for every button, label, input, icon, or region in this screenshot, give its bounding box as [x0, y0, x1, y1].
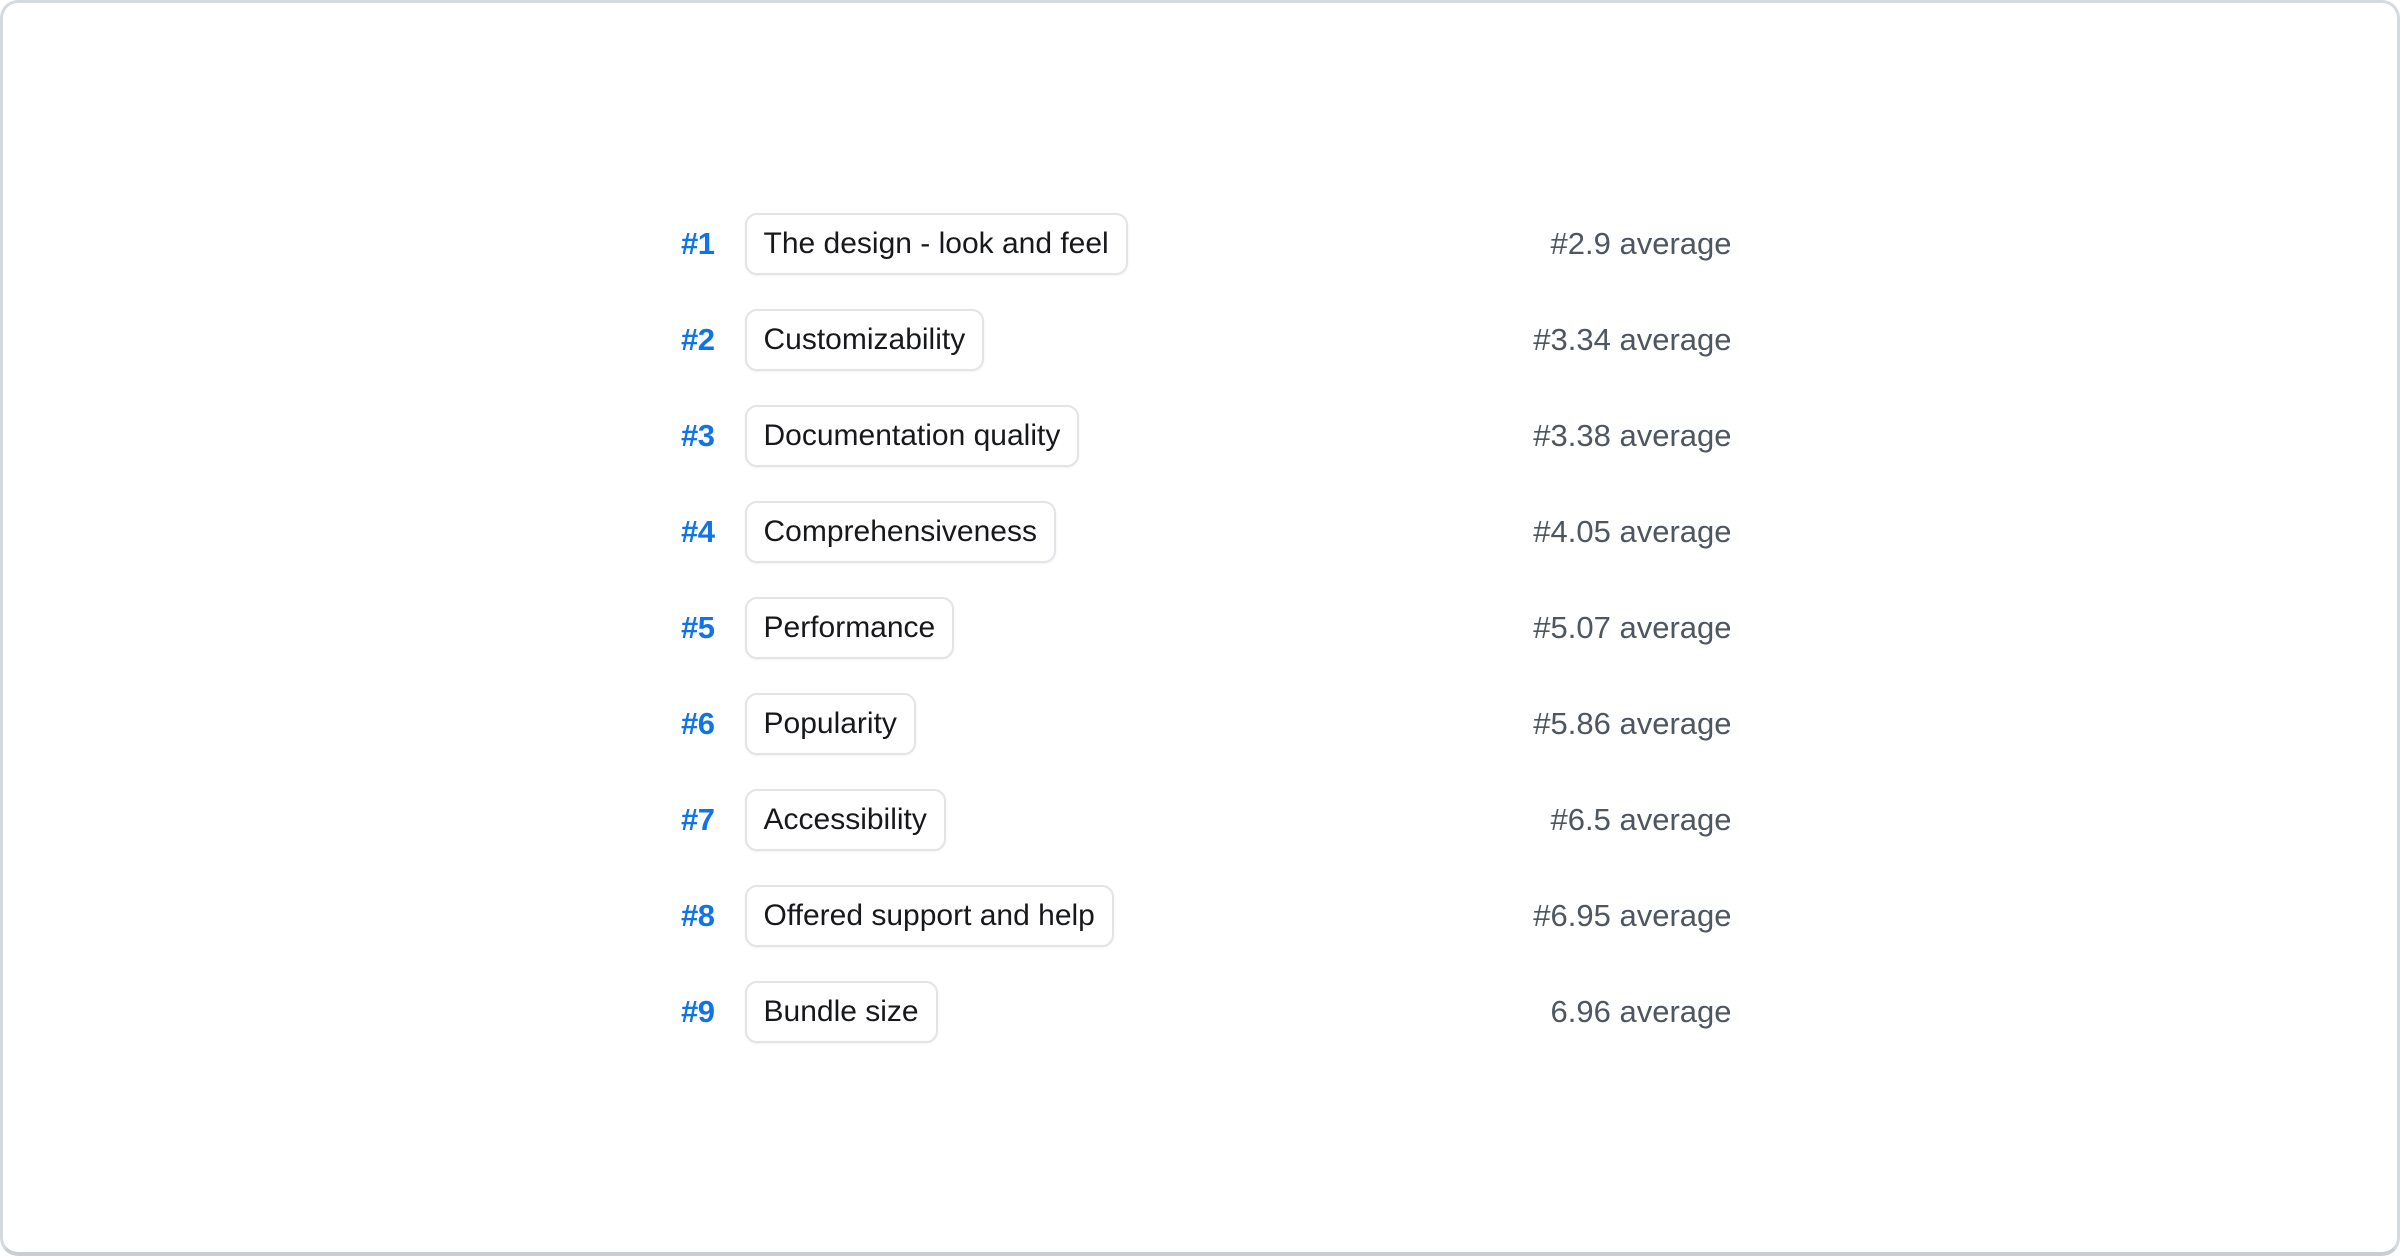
option-label: The design - look and feel: [764, 227, 1109, 261]
option-label-box: Customizability: [745, 309, 985, 371]
option-label: Comprehensiveness: [764, 515, 1037, 549]
ranking-row: #2 Customizability #3.34 average: [669, 309, 1732, 371]
option-label-box: The design - look and feel: [745, 213, 1128, 275]
rank-number: #9: [669, 994, 715, 1030]
rank-number: #7: [669, 802, 715, 838]
option-label-box: Accessibility: [745, 789, 946, 851]
rank-number: #3: [669, 418, 715, 454]
option-label: Customizability: [764, 323, 966, 357]
option-label-box: Bundle size: [745, 981, 938, 1043]
average-score: #6.95 average: [1533, 898, 1731, 934]
rank-number: #5: [669, 610, 715, 646]
ranking-row: #9 Bundle size 6.96 average: [669, 981, 1732, 1043]
option-label: Accessibility: [764, 803, 927, 837]
average-score: #5.86 average: [1533, 706, 1731, 742]
average-score: #5.07 average: [1533, 610, 1731, 646]
average-score: #3.34 average: [1533, 322, 1731, 358]
option-label-box: Comprehensiveness: [745, 501, 1056, 563]
average-score: #4.05 average: [1533, 514, 1731, 550]
ranking-results-card: #1 The design - look and feel #2.9 avera…: [0, 0, 2400, 1256]
rank-number: #2: [669, 322, 715, 358]
option-label-box: Popularity: [745, 693, 916, 755]
option-label-box: Performance: [745, 597, 955, 659]
ranking-row: #7 Accessibility #6.5 average: [669, 789, 1732, 851]
average-score: #6.5 average: [1551, 802, 1732, 838]
average-score: 6.96 average: [1551, 994, 1732, 1030]
ranking-row: #3 Documentation quality #3.38 average: [669, 405, 1732, 467]
ranking-list: #1 The design - look and feel #2.9 avera…: [669, 213, 1732, 1043]
average-score: #2.9 average: [1551, 226, 1732, 262]
rank-number: #8: [669, 898, 715, 934]
option-label: Performance: [764, 611, 936, 645]
rank-number: #6: [669, 706, 715, 742]
ranking-row: #8 Offered support and help #6.95 averag…: [669, 885, 1732, 947]
rank-number: #4: [669, 514, 715, 550]
option-label: Documentation quality: [764, 419, 1061, 453]
option-label: Popularity: [764, 707, 897, 741]
rank-number: #1: [669, 226, 715, 262]
option-label: Bundle size: [764, 995, 919, 1029]
option-label: Offered support and help: [764, 899, 1095, 933]
average-score: #3.38 average: [1533, 418, 1731, 454]
option-label-box: Documentation quality: [745, 405, 1080, 467]
ranking-row: #5 Performance #5.07 average: [669, 597, 1732, 659]
ranking-row: #1 The design - look and feel #2.9 avera…: [669, 213, 1732, 275]
ranking-row: #6 Popularity #5.86 average: [669, 693, 1732, 755]
ranking-row: #4 Comprehensiveness #4.05 average: [669, 501, 1732, 563]
option-label-box: Offered support and help: [745, 885, 1114, 947]
